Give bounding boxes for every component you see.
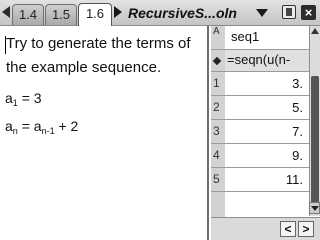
left-arrow-icon[interactable]: <: [280, 221, 296, 237]
document-menu-dropdown-icon[interactable]: [256, 9, 268, 17]
notes-text-line-2: the example sequence.: [6, 59, 162, 76]
top-toolbar: 1.4 1.5 1.6 RecursiveS...oln ×: [0, 0, 320, 26]
row-header-empty: [211, 192, 225, 217]
formula-diamond-icon: [212, 56, 222, 66]
eq2-subscript-2: n-1: [41, 126, 55, 136]
vertical-scrollbar[interactable]: [309, 26, 320, 216]
tab-1-6[interactable]: 1.6: [78, 3, 112, 26]
tab-1-5[interactable]: 1.5: [45, 4, 77, 25]
equation-initial-term: a1 = 3: [5, 90, 42, 108]
formula-row-header: [211, 50, 225, 72]
eq1-rest: = 3: [17, 90, 42, 106]
column-name-cell[interactable]: seq1: [225, 26, 309, 50]
table-cell[interactable]: 11.: [225, 168, 309, 192]
equation-recursive-rule: an = an-1 + 2: [5, 118, 79, 136]
tab-1-4[interactable]: 1.4: [12, 4, 44, 25]
eq2-variable: a: [5, 118, 13, 134]
spreadsheet-pane[interactable]: A seq1 =seqn(u(n- 1 3. 2 5. 3 7. 4 9. 5 …: [211, 26, 320, 240]
scrollbar-thumb[interactable]: [311, 76, 319, 206]
close-icon[interactable]: ×: [301, 5, 316, 20]
table-cell[interactable]: 5.: [225, 96, 309, 120]
row-header-2: 2: [211, 96, 225, 120]
notes-pane[interactable]: Try to generate the terms of the example…: [0, 26, 209, 240]
eq1-variable: a: [5, 90, 13, 106]
eq1-subscript: 1: [12, 98, 18, 108]
row-header-4: 4: [211, 144, 225, 168]
eq2-subscript: n: [12, 126, 18, 136]
column-header-corner: A: [211, 26, 225, 50]
eq2-rest: + 2: [54, 118, 79, 134]
document-title[interactable]: RecursiveS...oln: [128, 4, 237, 22]
scroll-up-arrow-icon[interactable]: [311, 28, 319, 34]
scroll-down-button[interactable]: [309, 202, 320, 214]
table-cell[interactable]: 9.: [225, 144, 309, 168]
table-cell[interactable]: 7.: [225, 120, 309, 144]
formula-cell[interactable]: =seqn(u(n-: [225, 50, 309, 72]
table-cell[interactable]: 3.: [225, 72, 309, 96]
row-header-3: 3: [211, 120, 225, 144]
horizontal-scroll-bar: < >: [211, 217, 320, 240]
right-arrow-icon[interactable]: >: [298, 221, 314, 237]
notes-text-line-1: Try to generate the terms of: [6, 35, 191, 52]
row-header-1: 1: [211, 72, 225, 96]
row-header-5: 5: [211, 168, 225, 192]
battery-icon: [282, 5, 296, 19]
eq2-mid: = a: [17, 118, 42, 134]
column-letter: A: [213, 26, 220, 37]
previous-page-arrow-icon[interactable]: [2, 6, 10, 18]
next-page-arrow-icon[interactable]: [114, 6, 122, 18]
